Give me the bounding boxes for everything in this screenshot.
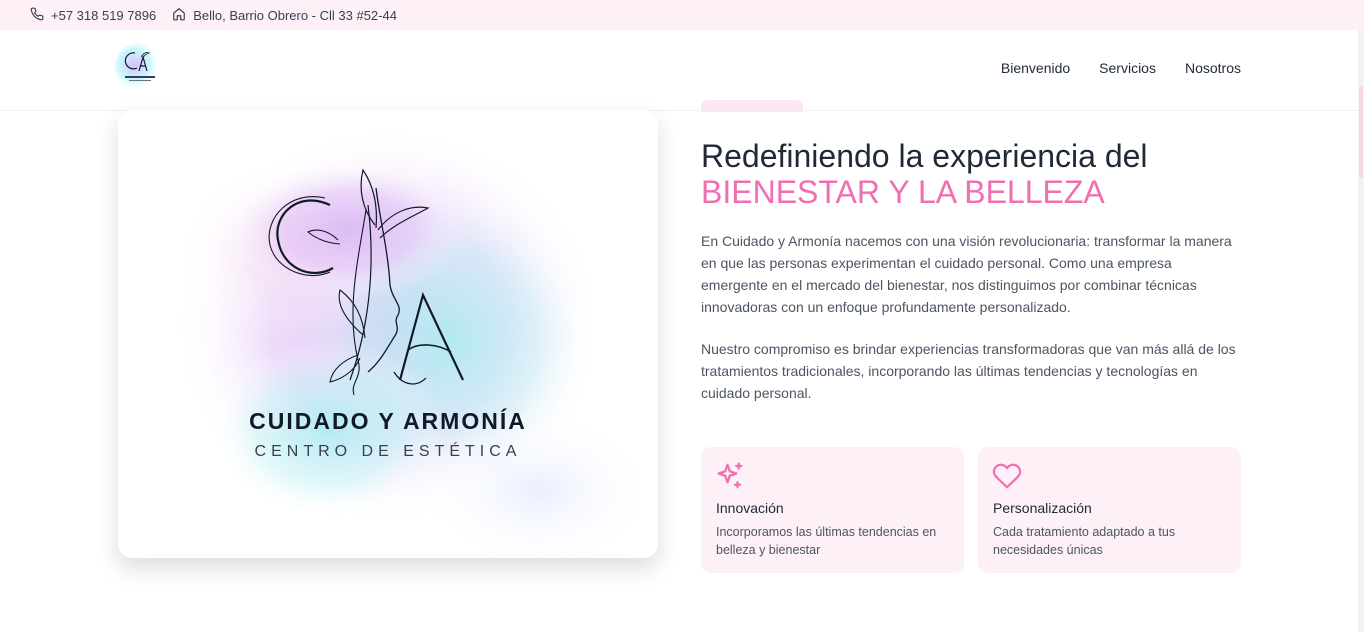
top-contact-bar: +57 318 519 7896 Bello, Barrio Obrero - …: [0, 0, 1364, 30]
feature-description: Incorporamos las últimas tendencias en b…: [716, 525, 937, 557]
address-contact[interactable]: Bello, Barrio Obrero - Cll 33 #52-44: [172, 7, 397, 24]
brand-logo-card: CUIDADO Y ARMONÍA CENTRO DE ESTÉTICA: [118, 110, 658, 558]
sparkles-icon: [715, 461, 745, 496]
page-scrollbar[interactable]: [1358, 30, 1364, 632]
site-logo[interactable]: [115, 43, 165, 95]
phone-contact[interactable]: +57 318 519 7896: [30, 7, 156, 24]
home-icon: [172, 7, 193, 24]
phone-icon: [30, 7, 51, 24]
address-text: Bello, Barrio Obrero - Cll 33 #52-44: [193, 7, 397, 23]
phone-number: +57 318 519 7896: [51, 7, 157, 23]
logo-title: CUIDADO Y ARMONÍA: [249, 408, 527, 434]
hero-paragraph-1: En Cuidado y Armonía nacemos con una vis…: [701, 233, 1232, 315]
hero-headline-accent: BIENESTAR Y LA BELLEZA: [701, 174, 1105, 210]
decorative-tab: [701, 100, 803, 112]
feature-description: Cada tratamiento adaptado a tus necesida…: [993, 525, 1176, 557]
nav-item-nosotros[interactable]: Nosotros: [1185, 60, 1241, 76]
site-header: Bienvenido Servicios Nosotros: [0, 30, 1358, 111]
feature-card-innovacion: Innovación Incorporamos las últimas tend…: [701, 447, 964, 573]
scrollbar-thumb[interactable]: [1359, 86, 1363, 178]
nav-item-servicios[interactable]: Servicios: [1099, 60, 1156, 76]
logo-subtitle: CENTRO DE ESTÉTICA: [254, 443, 522, 460]
feature-title: Personalización: [993, 500, 1092, 516]
watercolor-logo-art: [173, 125, 658, 558]
hero-headline-main: Redefiniendo la experiencia del: [701, 138, 1148, 174]
hero-paragraph-2: Nuestro compromiso es brindar experienci…: [701, 341, 1236, 401]
hero-headline: Redefiniendo la experiencia del BIENESTA…: [701, 138, 1261, 210]
heart-icon: [992, 461, 1022, 496]
nav-item-bienvenido[interactable]: Bienvenido: [1001, 60, 1070, 76]
main-nav: Bienvenido Servicios Nosotros: [1001, 60, 1241, 76]
feature-card-personalizacion: Personalización Cada tratamiento adaptad…: [978, 447, 1241, 573]
feature-title: Innovación: [716, 500, 784, 516]
